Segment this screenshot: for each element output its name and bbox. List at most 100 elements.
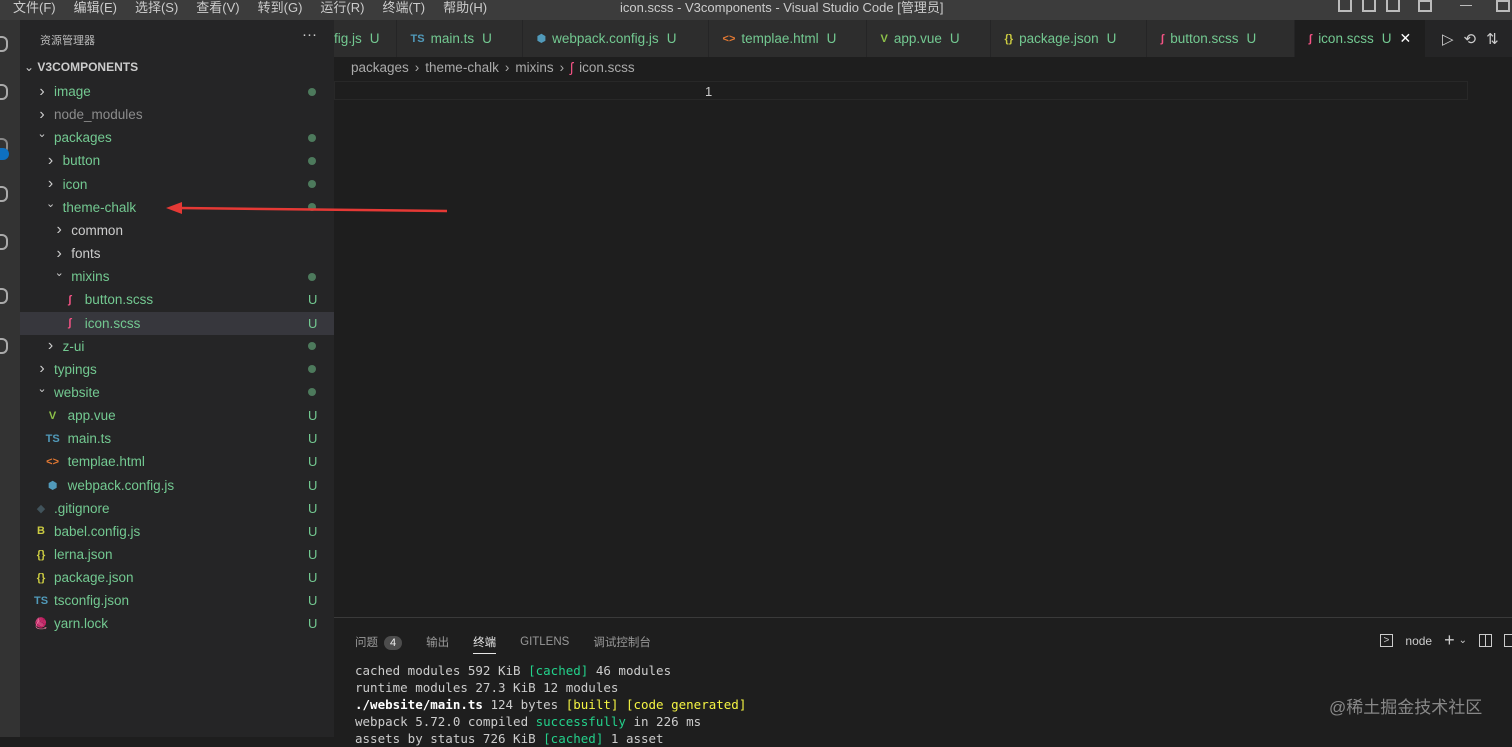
tree-item[interactable]: <> templae.html U bbox=[20, 450, 334, 473]
menu-item[interactable]: 编辑(E) bbox=[65, 0, 126, 16]
tree-item[interactable]: ⬢ webpack.config.js U bbox=[20, 474, 334, 497]
minimize-icon[interactable] bbox=[1460, 5, 1472, 6]
panel-tab[interactable]: 问题 4 bbox=[355, 634, 403, 650]
chevron-down-icon[interactable]: ⌄ bbox=[1459, 635, 1467, 646]
history-icon[interactable]: ⟲ bbox=[1464, 30, 1477, 48]
terminal-line: assets by status 726 KiB [cached] 1 asse… bbox=[355, 730, 746, 747]
menu-item[interactable]: 查看(V) bbox=[187, 0, 248, 16]
tree-item[interactable]: TS tsconfig.json U bbox=[20, 589, 334, 612]
untracked-badge: U bbox=[1381, 31, 1392, 46]
menu-item[interactable]: 运行(R) bbox=[311, 0, 373, 16]
chevron-right-icon: › bbox=[504, 60, 510, 75]
chevron-right-icon: › bbox=[559, 60, 565, 75]
breadcrumb-item[interactable]: mixins bbox=[515, 60, 553, 75]
tree-item[interactable]: › typings bbox=[20, 358, 334, 381]
tree-item[interactable]: ʃ icon.scss U bbox=[20, 311, 334, 335]
sass-file-icon: ʃ bbox=[67, 317, 72, 329]
search-icon[interactable] bbox=[0, 84, 8, 100]
tree-item-label: fonts bbox=[71, 246, 101, 262]
menu-item[interactable]: 终端(T) bbox=[373, 0, 434, 16]
new-terminal-icon[interactable]: + bbox=[1444, 630, 1455, 651]
panel-tab[interactable]: 调试控制台 bbox=[593, 634, 651, 650]
more-actions-button[interactable]: ··· bbox=[302, 26, 317, 43]
customize-layout-icon[interactable] bbox=[1418, 0, 1432, 12]
tree-item[interactable]: ⌄ website bbox=[20, 381, 334, 404]
remote-icon[interactable] bbox=[0, 288, 8, 304]
tree-item-label: button.scss bbox=[84, 292, 154, 308]
layout-toggle-icon[interactable] bbox=[1338, 0, 1352, 12]
tree-item[interactable]: › button bbox=[20, 149, 334, 172]
tab-icon-scss[interactable]: ʃ icon.scss U ✕ bbox=[1294, 20, 1427, 57]
status-dot bbox=[308, 365, 316, 374]
timeline-icon[interactable] bbox=[0, 338, 8, 354]
untracked-badge: U bbox=[308, 315, 318, 331]
tree-item[interactable]: {} package.json U bbox=[20, 566, 334, 589]
panel-tab-label: 输出 bbox=[426, 637, 450, 649]
tree-item[interactable]: ⌄ mixins bbox=[20, 265, 334, 288]
tree-item[interactable]: ⌄ packages bbox=[20, 126, 334, 149]
tree-item[interactable]: TS main.ts U bbox=[20, 427, 334, 450]
webpack-file-icon: ⬢ bbox=[536, 33, 547, 45]
extensions-icon[interactable] bbox=[0, 234, 8, 250]
tree-item[interactable]: 🧶 yarn.lock U bbox=[20, 612, 334, 635]
terminal-output[interactable]: cached modules 592 KiB [cached] 46 modul… bbox=[355, 662, 746, 747]
vue-file-icon: V bbox=[880, 32, 888, 45]
tree-item[interactable]: › image bbox=[20, 80, 334, 103]
tree-item-label: common bbox=[71, 222, 123, 238]
tree-item[interactable]: › node_modules bbox=[20, 103, 334, 126]
tree-item[interactable]: › z-ui bbox=[20, 335, 334, 358]
tree-item[interactable]: ◆ .gitignore U bbox=[20, 497, 334, 520]
tree-item-label: image bbox=[54, 84, 91, 99]
tree-item-label: theme-chalk bbox=[62, 199, 137, 215]
tree-item[interactable]: Vapp.vue U bbox=[20, 404, 334, 427]
maximize-icon[interactable] bbox=[1496, 0, 1510, 12]
status-dot bbox=[308, 87, 316, 96]
tab-webpack-config-js[interactable]: ⬢ webpack.config.js U bbox=[522, 20, 709, 57]
terminal-name[interactable]: node bbox=[1405, 634, 1432, 648]
terminal-line: webpack 5.72.0 compiled successfully in … bbox=[355, 713, 746, 730]
breadcrumb-item[interactable]: packages bbox=[351, 60, 409, 75]
explorer-icon[interactable] bbox=[0, 36, 8, 52]
tree-item[interactable]: ⌄ theme-chalk bbox=[20, 196, 334, 219]
tab-app-vue[interactable]: Vapp.vue U bbox=[866, 20, 991, 57]
split-terminal-icon[interactable] bbox=[1479, 634, 1492, 647]
breadcrumb-item[interactable]: icon.scss bbox=[579, 60, 635, 75]
panel-toggle-icon[interactable] bbox=[1362, 0, 1376, 12]
tab-package-json[interactable]: {} package.json U bbox=[990, 20, 1147, 57]
panel-tab[interactable]: GITLENS bbox=[520, 636, 569, 648]
tree-item[interactable]: {} lerna.json U bbox=[20, 543, 334, 566]
panel-tab[interactable]: 终端 bbox=[473, 634, 497, 654]
compare-changes-icon[interactable]: ⇅ bbox=[1486, 30, 1499, 48]
tab-button-scss[interactable]: ʃ button.scss U bbox=[1146, 20, 1295, 57]
workspace-root[interactable]: ⌄ V3COMPONENTS bbox=[24, 60, 138, 74]
tree-item[interactable]: ʃ button.scss U bbox=[20, 288, 334, 311]
trash-icon[interactable] bbox=[1504, 634, 1512, 647]
sidebar-toggle-icon[interactable] bbox=[1386, 0, 1400, 12]
panel-tab[interactable]: 输出 bbox=[426, 634, 449, 650]
terminal-text: assets by status 726 KiB bbox=[355, 731, 544, 746]
untracked-badge: U bbox=[1106, 31, 1117, 46]
terminal-actions: > node + ⌄ bbox=[1379, 630, 1512, 651]
menu-item[interactable]: 选择(S) bbox=[126, 0, 187, 16]
tab-templae-html[interactable]: <> templae.html U bbox=[708, 20, 867, 57]
bottom-panel: 问题 4 输出 终端 GITLENS 调试控制台 > node + ⌄ cached mo… bbox=[334, 617, 1512, 746]
run-debug-icon[interactable] bbox=[0, 186, 8, 202]
current-line[interactable]: 1 bbox=[334, 81, 1468, 100]
tree-item[interactable]: Bbabel.config.js U bbox=[20, 520, 334, 543]
menu-bar: 文件(F) 编辑(E) 选择(S) 查看(V) 转到(G) 运行(R) 终端(T) 帮助(H) bbox=[4, 0, 496, 16]
tab-main-ts[interactable]: TS main.ts U bbox=[396, 20, 523, 57]
untracked-badge: U bbox=[482, 31, 492, 46]
tree-item[interactable]: › icon bbox=[20, 173, 334, 196]
breadcrumb-item[interactable]: theme-chalk bbox=[425, 60, 499, 75]
explorer-sidebar: 资源管理器 ··· ⌄ V3COMPONENTS › image › node_mod… bbox=[20, 20, 334, 737]
menu-item[interactable]: 转到(G) bbox=[249, 0, 312, 16]
menu-item[interactable]: 文件(F) bbox=[4, 0, 65, 16]
menu-item[interactable]: 帮助(H) bbox=[434, 0, 496, 16]
window-title: icon.scss - V3components - Visual Studio… bbox=[620, 0, 944, 15]
tab--g-js[interactable]: ﬁg.js U bbox=[334, 20, 397, 57]
close-icon[interactable]: ✕ bbox=[1399, 30, 1411, 47]
run-icon[interactable]: ▷ bbox=[1442, 30, 1454, 48]
tree-item-label: icon.scss bbox=[84, 315, 141, 331]
tree-item[interactable]: › fonts bbox=[20, 242, 334, 265]
tree-item[interactable]: › common bbox=[20, 219, 334, 242]
